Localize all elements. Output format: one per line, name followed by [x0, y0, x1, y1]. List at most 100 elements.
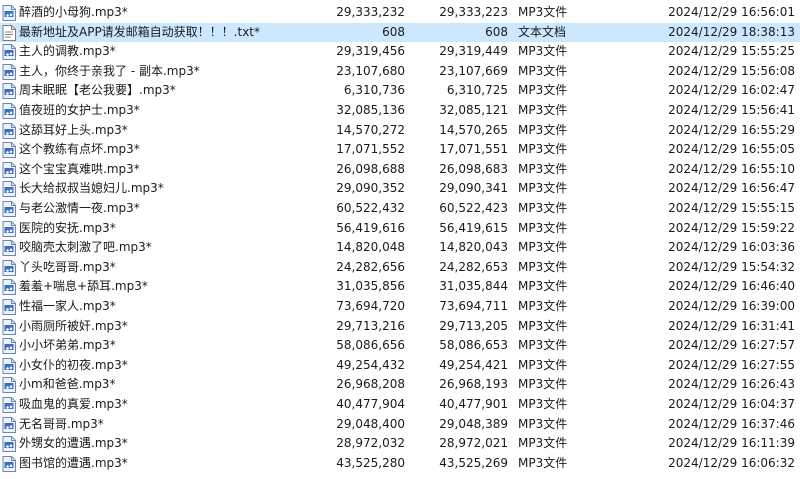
file-row[interactable]: 羞羞+喘息+舔耳.mp3* 31,035,856 31,035,844 MP3文件 20… — [0, 277, 800, 297]
file-size: 73,694,720 — [336, 299, 405, 313]
file-row[interactable]: 小雨厕所被奸.mp3* 29,713,216 29,713,205 MP3文件 2024… — [0, 317, 800, 337]
file-icon-cell — [2, 81, 18, 101]
file-name: 最新地址及APP请发邮箱自动获取！！！.txt* — [19, 24, 261, 39]
file-icon-cell — [2, 454, 18, 474]
file-list[interactable]: 醉酒的小母狗.mp3* 29,333,232 29,333,223 MP3文件 2024… — [0, 0, 800, 479]
file-size: 29,333,232 — [336, 5, 405, 19]
file-icon-cell — [2, 101, 18, 121]
file-size: 24,282,656 — [336, 259, 405, 274]
file-name: 小雨厕所被奸.mp3* — [19, 318, 128, 333]
file-row[interactable]: 这个教练有点坏.mp3* 17,071,552 17,071,551 MP3文件 202… — [0, 140, 800, 160]
file-packed-size: 17,071,551 — [439, 142, 508, 157]
file-packed-size: 29,319,449 — [439, 44, 508, 59]
mp3-file-icon — [2, 161, 16, 178]
file-type: MP3文件 — [518, 44, 568, 59]
mp3-file-icon — [2, 201, 16, 217]
file-row[interactable]: 主人的调教.mp3* 29,319,456 29,319,449 MP3文件 2024/… — [0, 42, 800, 62]
file-type: MP3文件 — [518, 122, 568, 137]
file-row[interactable]: 小小坏弟弟.mp3* 58,086,656 58,086,653 MP3文件 2024/… — [0, 336, 800, 356]
file-modified: 2024/12/29 16:55:10 — [668, 161, 795, 176]
file-type: MP3文件 — [518, 455, 568, 470]
file-size: 14,570,272 — [336, 122, 405, 137]
file-packed-size: 26,098,683 — [439, 161, 508, 176]
file-icon-cell — [2, 179, 18, 199]
file-row[interactable]: 周末眠眠【老公我要】.mp3* 6,310,736 6,310,725 MP3文件 20… — [0, 81, 800, 101]
file-size: 49,254,432 — [336, 357, 405, 372]
file-row[interactable]: 外甥女的遭遇.mp3* 28,972,032 28,972,021 MP3文件 2024… — [0, 434, 800, 454]
file-size: 58,086,656 — [336, 338, 405, 353]
file-icon-cell — [2, 415, 18, 435]
file-name: 周末眠眠【老公我要】.mp3* — [19, 83, 176, 98]
file-type: MP3文件 — [518, 240, 568, 255]
mp3-file-icon — [2, 181, 16, 198]
file-row[interactable]: 与老公激情一夜.mp3* 60,522,432 60,522,423 MP3文件 202… — [0, 199, 800, 219]
file-row[interactable]: 咬脑壳太刺激了吧.mp3* 14,820,048 14,820,043 MP3文件 20… — [0, 238, 800, 258]
file-row[interactable]: 醉酒的小母狗.mp3* 29,333,232 29,333,223 MP3文件 2024… — [0, 3, 800, 23]
file-icon-cell — [2, 238, 18, 258]
file-size: 40,477,904 — [336, 397, 405, 411]
mp3-file-icon — [2, 318, 16, 335]
file-row[interactable]: 最新地址及APP请发邮箱自动获取！！！.txt* 608 608 文本文档 2024/1… — [0, 22, 800, 43]
file-row[interactable]: 小女仆的初夜.mp3* 49,254,432 49,254,421 MP3文件 2024… — [0, 356, 800, 376]
mp3-file-icon — [2, 397, 16, 413]
file-size: 60,522,432 — [336, 201, 405, 215]
file-size: 29,048,400 — [336, 416, 405, 431]
file-row[interactable]: 值夜班的女护士.mp3* 32,085,136 32,085,121 MP3文件 202… — [0, 101, 800, 121]
mp3-file-icon — [2, 455, 16, 472]
file-packed-size: 58,086,653 — [439, 338, 508, 353]
file-row[interactable]: 这个宝宝真难哄.mp3* 26,098,688 26,098,683 MP3文件 202… — [0, 160, 800, 180]
file-name: 主人的调教.mp3* — [19, 44, 116, 59]
file-name: 醉酒的小母狗.mp3* — [19, 5, 128, 19]
file-icon-cell — [2, 356, 18, 376]
file-row[interactable]: 长大给叔叔当媳妇儿.mp3* 29,090,352 29,090,341 MP3文件 2… — [0, 179, 800, 199]
file-size: 31,035,856 — [336, 279, 405, 294]
file-packed-size: 14,570,265 — [439, 122, 508, 137]
file-packed-size: 49,254,421 — [439, 357, 508, 372]
file-row[interactable]: 丫头吃哥哥.mp3* 24,282,656 24,282,653 MP3文件 2024/… — [0, 258, 800, 278]
file-packed-size: 28,972,021 — [439, 436, 508, 451]
file-icon-cell — [2, 317, 18, 337]
file-modified: 2024/12/29 16:39:00 — [668, 299, 795, 313]
file-icon-cell — [2, 199, 18, 219]
file-size: 29,319,456 — [336, 44, 405, 59]
file-packed-size: 29,333,223 — [439, 5, 508, 19]
file-size: 26,968,208 — [336, 377, 405, 392]
file-modified: 2024/12/29 15:59:22 — [668, 220, 795, 235]
file-name: 无名哥哥.mp3* — [19, 416, 104, 431]
file-row[interactable]: 医院的安抚.mp3* 56,419,616 56,419,615 MP3文件 2024/… — [0, 219, 800, 239]
file-packed-size: 32,085,121 — [439, 103, 508, 117]
file-modified: 2024/12/29 16:37:46 — [668, 416, 795, 431]
file-packed-size: 73,694,711 — [439, 299, 508, 313]
file-row[interactable]: 这舔耳好上头.mp3* 14,570,272 14,570,265 MP3文件 2024… — [0, 121, 800, 141]
file-packed-size: 6,310,725 — [446, 83, 508, 98]
file-modified: 2024/12/29 15:54:32 — [668, 259, 795, 274]
file-size: 23,107,680 — [336, 63, 405, 78]
file-packed-size: 26,968,193 — [439, 377, 508, 392]
file-row[interactable]: 吸血鬼的真爱.mp3* 40,477,904 40,477,901 MP3文件 2024… — [0, 395, 800, 415]
file-type: MP3文件 — [518, 103, 568, 117]
file-icon-cell — [2, 434, 18, 454]
file-modified: 2024/12/29 15:56:41 — [668, 103, 795, 117]
file-size: 14,820,048 — [336, 240, 405, 255]
mp3-file-icon — [2, 220, 16, 237]
file-row[interactable]: 性福一家人.mp3* 73,694,720 73,694,711 MP3文件 2024/… — [0, 297, 800, 317]
file-row[interactable]: 主人，你终于亲我了 - 副本.mp3* 23,107,680 23,107,669 M… — [0, 62, 800, 82]
file-icon-cell — [2, 42, 18, 62]
file-modified: 2024/12/29 16:55:29 — [668, 122, 795, 137]
file-icon-cell — [2, 121, 18, 141]
file-row[interactable]: 图书馆的遭遇.mp3* 43,525,280 43,525,269 MP3文件 2024… — [0, 454, 800, 474]
mp3-file-icon — [2, 357, 16, 374]
file-name: 外甥女的遭遇.mp3* — [19, 436, 128, 451]
file-row[interactable]: 无名哥哥.mp3* 29,048,400 29,048,389 MP3文件 2024/1… — [0, 415, 800, 435]
mp3-file-icon — [2, 279, 16, 296]
file-type: MP3文件 — [518, 338, 568, 353]
file-type: MP3文件 — [518, 279, 568, 294]
file-row[interactable]: 小m和爸爸.mp3* 26,968,208 26,968,193 MP3文件 2024/… — [0, 375, 800, 395]
file-packed-size: 60,522,423 — [439, 201, 508, 215]
file-modified: 2024/12/29 16:56:47 — [668, 181, 795, 196]
file-size: 29,713,216 — [336, 318, 405, 333]
file-type: MP3文件 — [518, 397, 568, 411]
file-size: 56,419,616 — [336, 220, 405, 235]
file-type: MP3文件 — [518, 63, 568, 78]
file-name: 这个宝宝真难哄.mp3* — [19, 161, 140, 176]
